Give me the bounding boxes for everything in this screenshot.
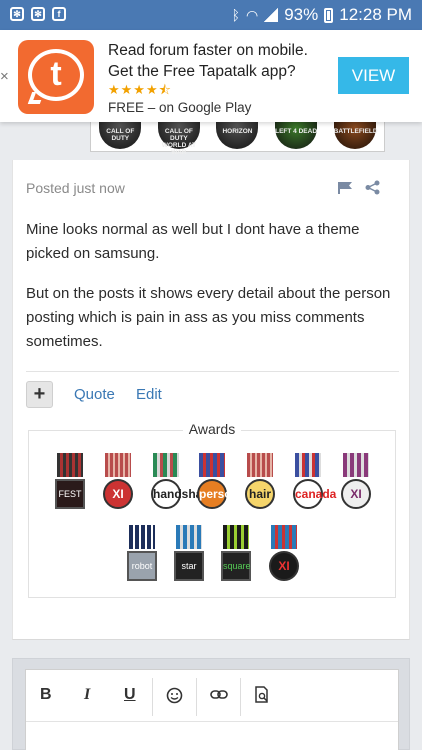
posted-time[interactable]: Posted just now [26,180,125,196]
emoji-icon[interactable] [166,687,183,704]
signal-icon [264,8,279,22]
award-medal[interactable]: FEST 2017 [55,453,85,525]
award-medal[interactable]: robot [127,525,157,585]
game-icon: BATTLEFIELD [333,119,378,149]
award-medal[interactable]: XI [269,525,299,585]
underline-button[interactable]: U [124,686,136,704]
game-icon: CALL OF DUTY WORLD AT WAR [157,119,200,156]
signature-game-icons: CALL OF DUTY CALL OF DUTY WORLD AT WAR H… [90,118,385,156]
multiquote-button[interactable]: + [26,381,53,408]
view-button[interactable]: VIEW [338,57,409,94]
award-medal[interactable]: XI [341,453,371,513]
game-icon: HORIZON [216,119,259,149]
rating-stars-icon: ★★★★⯪ [108,82,172,97]
toolbar-separator [152,678,153,716]
ad-line-1: Read forum faster on mobile. [108,42,308,59]
quote-link[interactable]: Quote [74,386,115,403]
post-paragraph: Mine looks normal as well but I dont hav… [26,221,360,262]
bluetooth-icon: ᛒ [231,7,240,23]
reply-editor[interactable]: B I U [25,669,399,750]
facebook-icon: f [52,7,66,21]
game-icon: LEFT 4 DEAD [275,119,318,149]
clock: 12:28 PM [339,5,412,24]
divider [26,371,399,372]
awards-box: Awards FEST 2017 XI handshake person hai… [28,421,396,598]
report-flag-icon[interactable] [338,182,352,194]
bold-button[interactable]: B [40,686,52,704]
cbc-icon-2: ✻ [31,7,45,21]
tapatalk-logo: t [18,40,94,114]
wifi-icon: ◠ [245,6,259,23]
post-paragraph: But on the posts it shows every detail a… [26,285,391,350]
post-body: Mine looks normal as well but I dont hav… [26,218,401,370]
toolbar-separator [240,678,241,716]
edit-link[interactable]: Edit [136,386,162,403]
awards-title: Awards [29,421,395,439]
ad-text: Read forum faster on mobile. Get the Fre… [108,40,308,118]
award-medal[interactable]: star [174,525,204,585]
status-right: ᛒ ◠ 93% 12:28 PM [232,5,412,25]
italic-button[interactable]: I [84,686,90,704]
award-medal[interactable]: handshake [151,453,216,513]
editor-toolbar: B I U [26,670,398,722]
battery-percent: 93% [284,5,319,24]
post-card: Posted just now Mine looks normal as wel… [12,160,410,640]
battery-icon [324,7,334,23]
award-medal[interactable]: canada [293,453,336,513]
status-bar: ✻ ✻ f ᛒ ◠ 93% 12:28 PM [0,0,422,30]
toolbar-separator [196,678,197,716]
notification-icons: ✻ ✻ f [10,7,66,21]
link-icon[interactable] [210,689,228,701]
reply-editor-container: B I U [12,658,410,750]
award-medal[interactable]: person [197,453,239,513]
award-medal[interactable]: hair [245,453,275,513]
cbc-icon: ✻ [10,7,24,21]
game-icon: CALL OF DUTY [99,119,142,149]
ad-store-text: FREE – on Google Play [108,100,252,115]
preview-icon[interactable] [254,686,270,704]
share-icon[interactable] [365,180,380,195]
award-medal[interactable]: square [221,525,251,585]
logo-letter: t [28,49,84,101]
close-ad-icon[interactable]: × [0,68,9,85]
ad-line-2: Get the Free Tapatalk app? [108,63,296,80]
tapatalk-ad-banner[interactable]: × t Read forum faster on mobile. Get the… [0,30,422,122]
award-medal[interactable]: XI [103,453,133,513]
